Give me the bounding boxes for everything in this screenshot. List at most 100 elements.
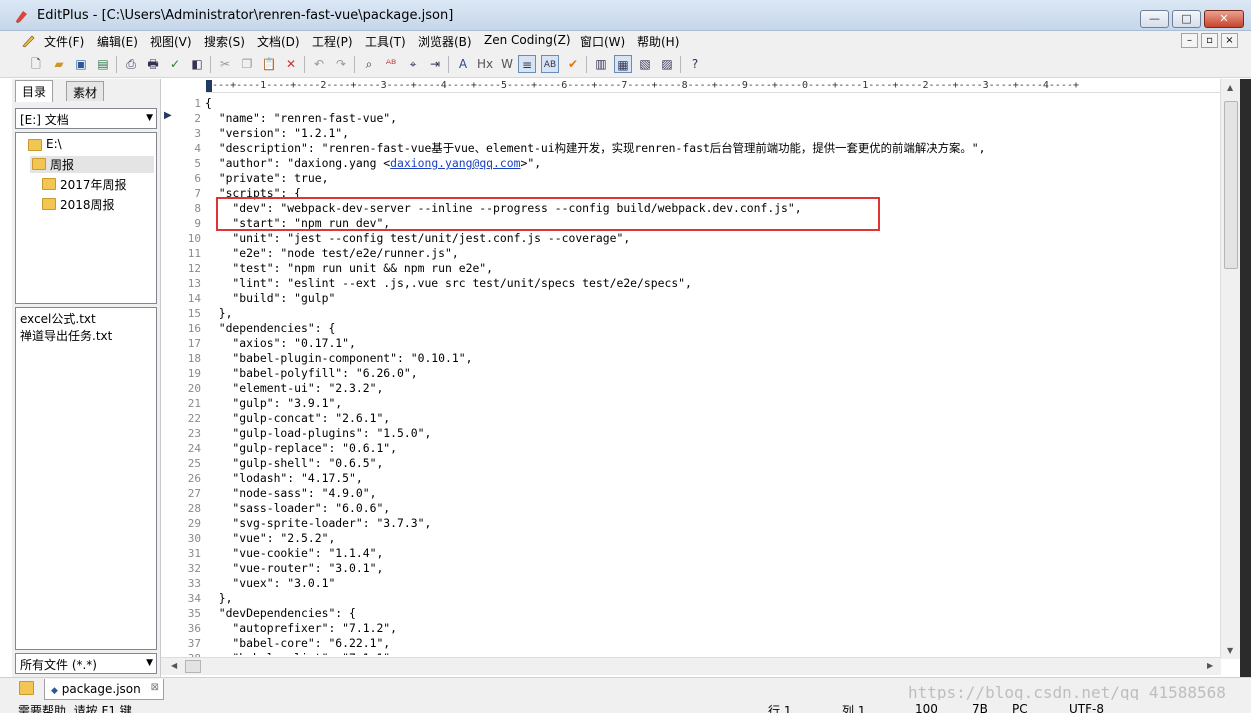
chevron-down-icon: ▼: [146, 113, 153, 123]
check-icon[interactable]: ✔: [564, 55, 582, 73]
doc-minimize-button[interactable]: –: [1181, 33, 1198, 48]
tree-node-2018[interactable]: 2018周报: [40, 196, 115, 213]
close-tab-icon[interactable]: ⊠: [151, 682, 159, 693]
replace-icon[interactable]: ᴬᴮ: [382, 55, 400, 73]
vertical-scroll-thumb[interactable]: [1224, 101, 1238, 269]
line-number: 31: [187, 547, 201, 560]
menu-file[interactable]: 文件(F): [44, 33, 84, 50]
line-number: 35: [187, 607, 201, 620]
tree-node-label: 2018周报: [60, 198, 115, 212]
menu-window[interactable]: 窗口(W): [580, 33, 625, 50]
menu-browser[interactable]: 浏览器(B): [418, 33, 472, 50]
print-icon[interactable]: 🖶: [144, 55, 162, 73]
list-item[interactable]: excel公式.txt: [20, 310, 96, 327]
word-wrap-icon[interactable]: W: [498, 55, 516, 73]
ruler-toggle-icon[interactable]: AB: [541, 55, 559, 73]
line-number: 2: [194, 112, 201, 125]
context-help-icon[interactable]: ?: [686, 55, 704, 73]
menu-view[interactable]: 视图(V): [150, 33, 192, 50]
paste-icon[interactable]: 📋: [260, 55, 278, 73]
doc-close-button[interactable]: ×: [1221, 33, 1238, 48]
file-filter-select[interactable]: 所有文件 (*.*) ▼: [15, 653, 157, 674]
menu-help[interactable]: 帮助(H): [637, 33, 679, 50]
new-file-icon[interactable]: 🗋: [27, 55, 45, 73]
close-button[interactable]: ✕: [1204, 10, 1244, 28]
chevron-down-icon: ▼: [146, 658, 153, 668]
menu-search[interactable]: 搜索(S): [204, 33, 245, 50]
find-icon[interactable]: ⌕: [360, 55, 378, 73]
background-window-edge: [1240, 79, 1251, 677]
fullscreen-icon[interactable]: ▨: [658, 55, 676, 73]
menu-edit[interactable]: 编辑(E): [97, 33, 138, 50]
list-item[interactable]: 禅道导出任务.txt: [20, 327, 112, 344]
code-line: "node-sass": "4.9.0",: [205, 486, 377, 500]
code-line-text: "author": "daxiong.yang <: [205, 156, 391, 170]
vertical-scrollbar[interactable]: ▲ ▼: [1220, 79, 1240, 659]
tree-node-drive[interactable]: E:\: [26, 137, 62, 154]
open-folder-icon[interactable]: ▰: [50, 55, 68, 73]
horizontal-scroll-thumb[interactable]: [185, 660, 201, 673]
code-line: "gulp-shell": "0.6.5",: [205, 456, 384, 470]
cliptext-window-icon[interactable]: ▦: [614, 55, 632, 73]
toolbar-separator: [586, 56, 587, 73]
code-line: "vue": "2.5.2",: [205, 531, 336, 545]
menu-document[interactable]: 文档(D): [257, 33, 300, 50]
doc-restore-button[interactable]: ▫: [1201, 33, 1218, 48]
save-icon[interactable]: ▣: [72, 55, 90, 73]
column-ruler: ----+----1----+----2----+----3----+----4…: [206, 79, 1221, 93]
goto-line-icon[interactable]: ⇥: [426, 55, 444, 73]
code-editor[interactable]: ----+----1----+----2----+----3----+----4…: [160, 79, 1240, 677]
directory-window-icon[interactable]: ▥: [592, 55, 610, 73]
open-folder-icon: [32, 158, 46, 170]
minimize-button[interactable]: —: [1140, 10, 1169, 28]
line-number: 4: [194, 142, 201, 155]
line-number-toggle-icon[interactable]: ≡: [518, 55, 536, 73]
title-bar: EditPlus - [C:\Users\Administrator\renre…: [0, 0, 1251, 31]
scroll-up-arrow-icon[interactable]: ▲: [1227, 83, 1233, 92]
menu-project[interactable]: 工程(P): [312, 33, 353, 50]
code-line: "dependencies": {: [205, 321, 336, 335]
tab-directory[interactable]: 目录: [15, 80, 54, 102]
delete-icon[interactable]: ✕: [282, 55, 300, 73]
code-line: "private": true,: [205, 171, 329, 185]
font-icon[interactable]: A: [454, 55, 472, 73]
code-line-text: >",: [520, 156, 542, 170]
save-all-icon[interactable]: ▤: [94, 55, 112, 73]
output-window-icon[interactable]: ▧: [636, 55, 654, 73]
code-line: "autoprefixer": "7.1.2",: [205, 621, 398, 635]
html-heading-icon[interactable]: Hx: [476, 55, 494, 73]
doc-tab-package-json[interactable]: ◆ package.json ⊠: [44, 679, 164, 700]
line-number: 32: [187, 562, 201, 575]
line-number: 30: [187, 532, 201, 545]
browser-preview-icon[interactable]: ◧: [188, 55, 206, 73]
menu-zen-coding[interactable]: Zen Coding(Z): [484, 33, 571, 47]
horizontal-scrollbar[interactable]: ◀ ▶: [161, 657, 1221, 675]
scroll-down-arrow-icon[interactable]: ▼: [1227, 646, 1233, 655]
drive-select[interactable]: [E:] 文档 ▼: [15, 108, 157, 129]
print-preview-icon[interactable]: ⎙: [122, 55, 140, 73]
code-line: "test": "npm run unit && npm run e2e",: [205, 261, 494, 275]
author-email-link[interactable]: daxiong.yang@qq.com: [390, 156, 520, 170]
redo-icon[interactable]: ↷: [332, 55, 350, 73]
line-number: 25: [187, 457, 201, 470]
code-line: "vue-router": "3.0.1",: [205, 561, 384, 575]
line-number: 24: [187, 442, 201, 455]
maximize-button[interactable]: □: [1172, 10, 1201, 28]
scroll-left-arrow-icon[interactable]: ◀: [171, 661, 177, 670]
undo-icon[interactable]: ↶: [310, 55, 328, 73]
spellcheck-icon[interactable]: ✓: [166, 55, 184, 73]
tree-node-2017[interactable]: 2017年周报: [40, 176, 127, 193]
line-number: 12: [187, 262, 201, 275]
menu-tools[interactable]: 工具(T): [365, 33, 406, 50]
code-line: "devDependencies": {: [205, 606, 356, 620]
code-line: "vuex": "3.0.1": [205, 576, 336, 590]
code-area[interactable]: { "name": "renren-fast-vue", "version": …: [205, 93, 1221, 655]
scroll-right-arrow-icon[interactable]: ▶: [1207, 661, 1213, 670]
code-line: "svg-sprite-loader": "3.7.3",: [205, 516, 432, 530]
tab-cliptext[interactable]: 素材: [66, 81, 105, 101]
cut-icon[interactable]: ✂: [216, 55, 234, 73]
find-in-files-icon[interactable]: ⌖: [404, 55, 422, 73]
line-number: 16: [187, 322, 201, 335]
tree-node-weekly[interactable]: 周报: [30, 156, 154, 173]
copy-icon[interactable]: ❐: [238, 55, 256, 73]
